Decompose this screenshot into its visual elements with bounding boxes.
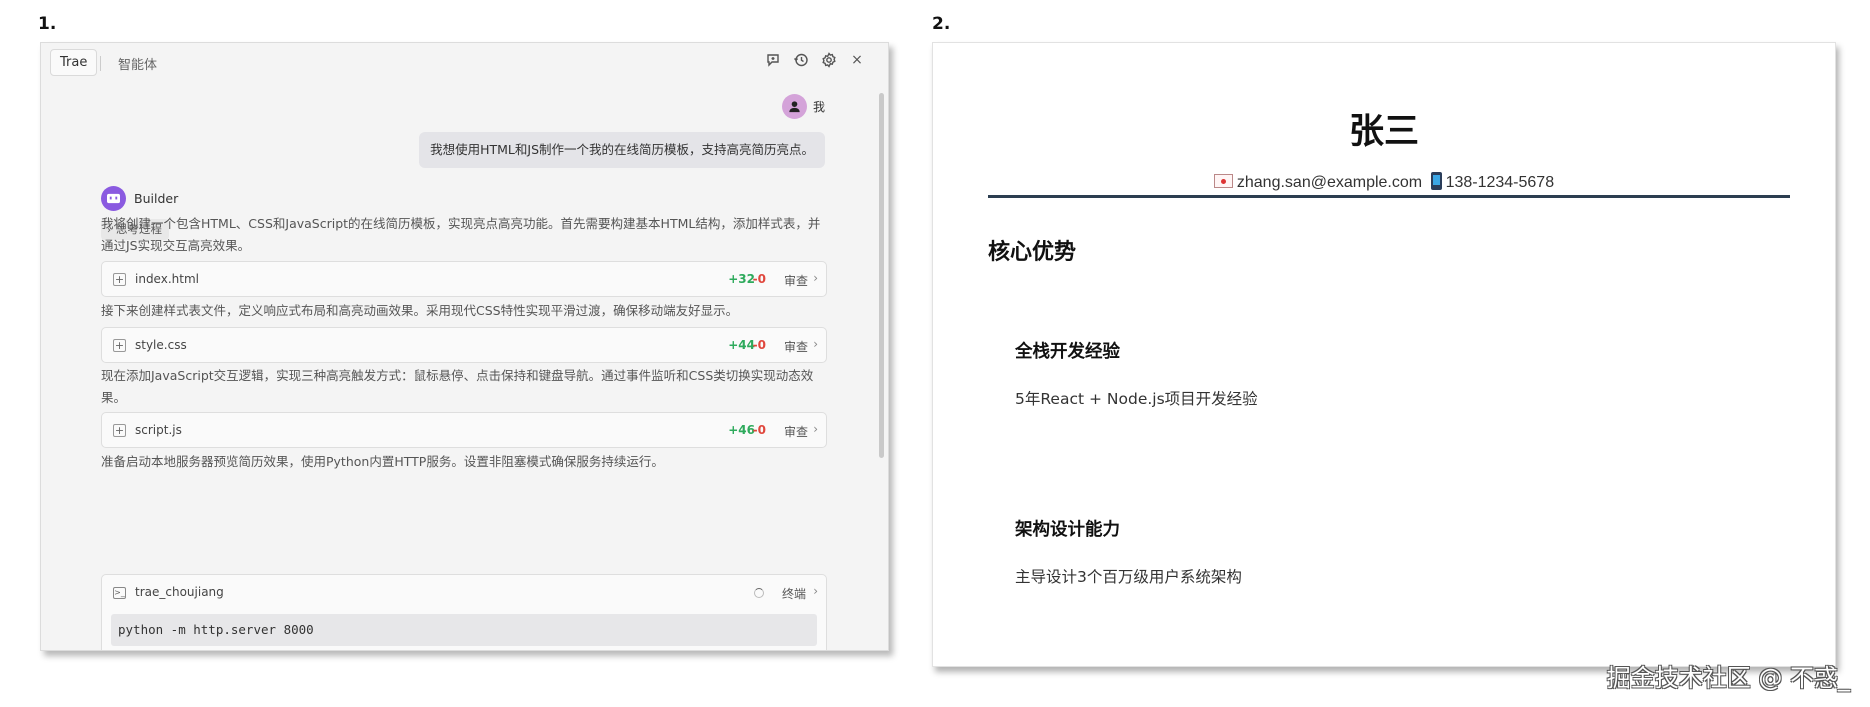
chat-header: Trae 智能体 × <box>41 43 888 83</box>
chevron-right-icon: › <box>813 422 818 436</box>
terminal-command: python -m http.server 8000 <box>111 614 817 646</box>
lines-added: +46 <box>728 423 755 437</box>
review-button[interactable]: 审查 <box>784 423 808 440</box>
user-name: 我 <box>812 100 825 114</box>
chat-window: Trae 智能体 × 我 我想使用HTML和JS制作一个我的在线简历模板，支持高… <box>40 42 889 651</box>
resume-preview: 张三 zhang.san@example.com 138-1234-5678 核… <box>932 42 1836 667</box>
header-divider <box>988 195 1790 198</box>
lines-removed: -0 <box>752 423 766 437</box>
new-chat-icon[interactable] <box>764 51 782 69</box>
tab-trae[interactable]: Trae <box>50 49 98 76</box>
resume-name: 张三 <box>1348 112 1419 152</box>
resume-phone: 138-1234-5678 <box>1445 174 1555 191</box>
chevron-right-icon: › <box>813 584 818 598</box>
highlight-title[interactable]: 架构设计能力 <box>1015 516 1120 541</box>
review-button[interactable]: 审查 <box>784 272 808 289</box>
lines-removed: -0 <box>752 272 766 286</box>
resume-contact: zhang.san@example.com 138-1234-5678 <box>933 172 1835 192</box>
review-button[interactable]: 审查 <box>784 338 808 355</box>
resume-email[interactable]: zhang.san@example.com <box>1237 174 1422 191</box>
file-name: style.css <box>135 338 187 352</box>
expand-icon: + <box>113 273 126 286</box>
file-change-card[interactable]: + script.js +46 -0 审查 › <box>101 412 827 448</box>
highlight-title[interactable]: 全栈开发经验 <box>1015 338 1120 363</box>
file-name: index.html <box>135 272 199 286</box>
bot-paragraph: 现在添加JavaScript交互逻辑，实现三种高亮触发方式：鼠标悬停、点击保持和… <box>101 368 814 405</box>
terminal-name: trae_choujiang <box>135 585 224 599</box>
tab-agent[interactable]: 智能体 <box>118 54 157 73</box>
highlight-desc: 主导设计3个百万级用户系统架构 <box>1015 568 1242 586</box>
lines-added: +32 <box>728 272 755 286</box>
history-icon[interactable] <box>792 51 810 69</box>
settings-icon[interactable] <box>820 51 838 69</box>
file-name: script.js <box>135 423 182 437</box>
user-header: 我 <box>781 94 825 119</box>
header-actions: × <box>764 51 866 69</box>
expand-icon: + <box>113 339 126 352</box>
bot-paragraph: 我将创建一个包含HTML、CSS和JavaScript的在线简历模板，实现亮点高… <box>101 216 821 253</box>
chevron-right-icon: › <box>813 337 818 351</box>
email-icon <box>1213 174 1233 188</box>
bot-name: Builder <box>134 191 179 206</box>
section-title: 核心优势 <box>988 240 1077 265</box>
highlight-desc: 5年React + Node.js项目开发经验 <box>1015 390 1258 408</box>
panel-label-2: 2. <box>932 14 951 34</box>
user-avatar-icon <box>781 94 807 119</box>
phone-icon <box>1430 172 1442 190</box>
terminal-icon: >_ <box>113 587 126 599</box>
builder-avatar-icon <box>101 186 126 211</box>
terminal-card[interactable]: >_ trae_choujiang 终端 › python -m http.se… <box>101 574 827 650</box>
terminal-button[interactable]: 终端 <box>782 585 806 602</box>
bot-header: Builder <box>101 186 178 211</box>
lines-added: +44 <box>728 338 755 352</box>
scrollbar[interactable] <box>879 93 884 458</box>
user-message: 我想使用HTML和JS制作一个我的在线简历模板，支持高亮简历亮点。 <box>419 132 825 168</box>
bot-paragraph: 接下来创建样式表文件，定义响应式布局和高亮动画效果。采用现代CSS特性实现平滑过… <box>101 303 739 318</box>
panel-label-1: 1. <box>38 14 57 34</box>
lines-removed: -0 <box>752 338 766 352</box>
watermark: 掘金技术社区 @ 不惑_ <box>1606 664 1850 692</box>
close-icon[interactable]: × <box>848 51 866 69</box>
chevron-right-icon: › <box>813 271 818 285</box>
file-change-card[interactable]: + style.css +44 -0 审查 › <box>101 327 827 363</box>
expand-icon: + <box>113 424 126 437</box>
loading-spinner-icon <box>754 588 764 598</box>
file-change-card[interactable]: + index.html +32 -0 审查 › <box>101 261 827 297</box>
bot-paragraph: 准备启动本地服务器预览简历效果，使用Python内置HTTP服务。设置非阻塞模式… <box>101 454 664 469</box>
tab-divider <box>100 56 101 71</box>
